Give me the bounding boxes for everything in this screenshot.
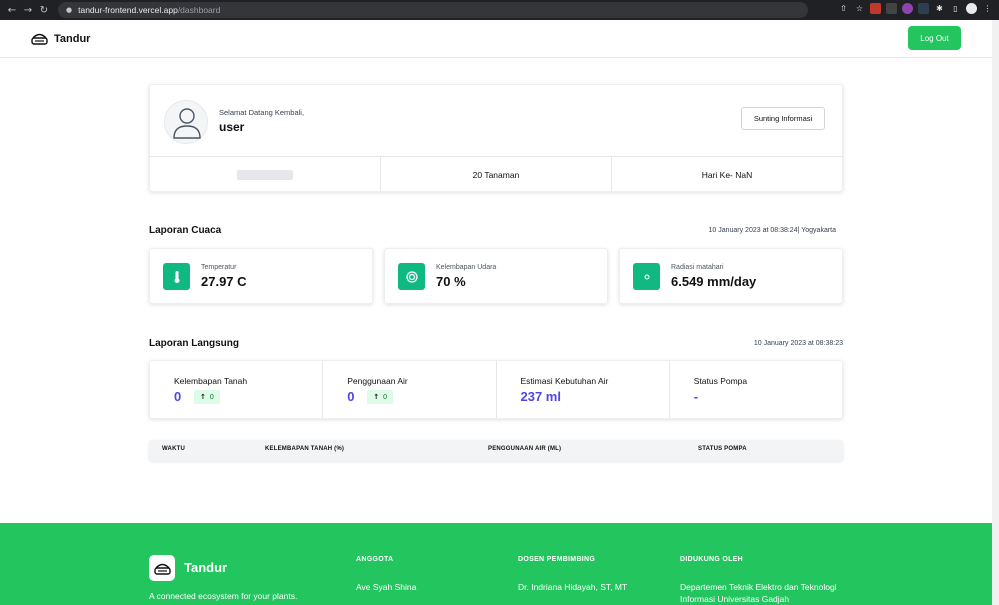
url-path: /dashboard	[177, 5, 221, 15]
stat-day: Hari Ke- NaN	[701, 169, 753, 180]
weather-card-temperature: Temperatur 27.97 C	[149, 248, 373, 304]
user-icon	[173, 108, 201, 139]
stat-location	[150, 157, 381, 192]
live-cell-water-usage: Penggunaan Air 0 ↑ 0	[323, 361, 497, 418]
tandur-logo-icon	[149, 555, 175, 581]
thermometer-icon	[163, 263, 190, 290]
browser-toolbar: ← → ↻ ● tandur-frontend.vercel.app/dashb…	[0, 0, 999, 20]
profile-icon[interactable]	[966, 3, 977, 14]
reload-icon[interactable]: ↻	[36, 5, 52, 16]
puzzle-icon[interactable]: ✱	[934, 3, 945, 14]
brand[interactable]: Tandur	[31, 31, 90, 46]
logout-button[interactable]: Log Out	[908, 26, 961, 50]
weather-section-title: Laporan Cuaca	[149, 225, 222, 236]
tandur-logo-icon	[31, 33, 48, 45]
scrollbar[interactable]	[992, 20, 999, 605]
history-table-header: WAKTU KELEMBAPAN TANAH (%) PENGGUNAAN AI…	[149, 440, 843, 461]
footer-advisor-title: DOSEN PEMBIMBING	[518, 556, 596, 563]
trend-badge: ↑ 0	[367, 390, 394, 404]
back-icon[interactable]: ←	[4, 5, 20, 16]
column-header-pump-status[interactable]: STATUS POMPA	[698, 446, 747, 452]
sidepanel-icon[interactable]: ▯	[950, 3, 961, 14]
live-cell-pump-status: Status Pompa -	[670, 361, 842, 418]
trend-badge: ↑ 0	[194, 390, 220, 404]
trend-value: 0	[209, 393, 214, 401]
live-value: -	[693, 389, 699, 404]
footer-tagline: A connected ecosystem for your plants.	[149, 591, 298, 601]
live-value: 0	[174, 389, 182, 404]
welcome-text: Selamat Datang Kembali,	[219, 108, 305, 117]
share-icon[interactable]: ⇧	[838, 3, 849, 14]
username: user	[219, 120, 245, 134]
live-cell-soil-moisture: Kelembapan Tanah 0 ↑ 0	[150, 361, 324, 418]
sun-icon	[633, 263, 660, 290]
loading-placeholder	[237, 169, 293, 180]
edit-info-button[interactable]: Sunting Informasi	[741, 107, 825, 130]
profile-stats: 20 Tanaman Hari Ke- NaN	[150, 156, 842, 192]
menu-icon[interactable]: ⋮	[982, 3, 993, 14]
stat-plants: 20 Tanaman	[381, 157, 612, 192]
address-bar[interactable]: ● tandur-frontend.vercel.app/dashboard	[58, 2, 808, 18]
live-label: Estimasi Kebutuhan Air	[520, 376, 609, 386]
weather-value: 70 %	[436, 274, 466, 289]
app-header: Tandur Log Out	[0, 20, 992, 58]
arrow-up-icon: ↑	[200, 393, 206, 401]
extension-icon[interactable]	[870, 3, 881, 14]
live-value: 237 ml	[520, 389, 561, 404]
footer-advisor: Dr. Indriana Hidayah, ST, MT	[518, 582, 628, 592]
column-header-time[interactable]: WAKTU	[162, 446, 185, 452]
weather-label: Kelembapan Udara	[436, 264, 497, 271]
weather-label: Radiasi matahari	[671, 264, 724, 271]
live-value: 0	[347, 389, 355, 404]
weather-timestamp: 10 January 2023 at 08:38:24| Yogyakarta	[708, 227, 836, 234]
footer: Tandur A connected ecosystem for your pl…	[0, 523, 992, 605]
weather-card-humidity: Kelembapan Udara 70 %	[384, 248, 608, 304]
live-timestamp: 10 January 2023 at 08:38:23	[753, 340, 843, 347]
weather-value: 27.97 C	[201, 274, 247, 289]
brand-name: Tandur	[54, 32, 91, 45]
weather-card-radiation: Radiasi matahari 6.549 mm/day	[619, 248, 843, 304]
footer-supported-title: DIDUKUNG OLEH	[680, 556, 744, 563]
profile-card: Selamat Datang Kembali, user Sunting Inf…	[149, 84, 843, 192]
url-host: tandur-frontend.vercel.app	[78, 5, 178, 15]
live-label: Kelembapan Tanah	[174, 376, 248, 386]
arrow-up-icon: ↑	[373, 393, 380, 401]
humidity-icon	[398, 263, 425, 290]
extension-icon[interactable]	[886, 3, 897, 14]
live-report-card: Kelembapan Tanah 0 ↑ 0 Penggunaan Air 0 …	[149, 360, 843, 419]
weather-value: 6.549 mm/day	[671, 274, 757, 289]
footer-member: Ave Syah Shina	[356, 582, 417, 592]
trend-value: 0	[383, 393, 388, 401]
extension-icon[interactable]	[902, 3, 913, 14]
footer-members-title: ANGGOTA	[356, 556, 394, 563]
live-cell-water-estimate: Estimasi Kebutuhan Air 237 ml	[497, 361, 670, 418]
extension-icons: ⇧ ☆ ✱ ▯ ⋮	[838, 3, 993, 14]
column-header-water-usage[interactable]: PENGGUNAAN AIR (ML)	[488, 446, 561, 452]
extension-icon[interactable]	[918, 3, 929, 14]
footer-brand: Tandur	[184, 560, 228, 575]
column-header-soil-moisture[interactable]: KELEMBAPAN TANAH (%)	[265, 446, 344, 452]
footer-supported-text: Departemen Teknik Elektro dan Teknologi …	[680, 582, 837, 604]
lock-icon: ●	[66, 6, 73, 14]
weather-label: Temperatur	[201, 264, 237, 271]
bookmark-star-icon[interactable]: ☆	[854, 3, 865, 14]
forward-icon[interactable]: →	[20, 5, 36, 16]
live-label: Penggunaan Air	[347, 376, 408, 386]
live-label: Status Pompa	[693, 376, 748, 386]
avatar	[164, 100, 208, 144]
live-section-title: Laporan Langsung	[149, 338, 239, 349]
